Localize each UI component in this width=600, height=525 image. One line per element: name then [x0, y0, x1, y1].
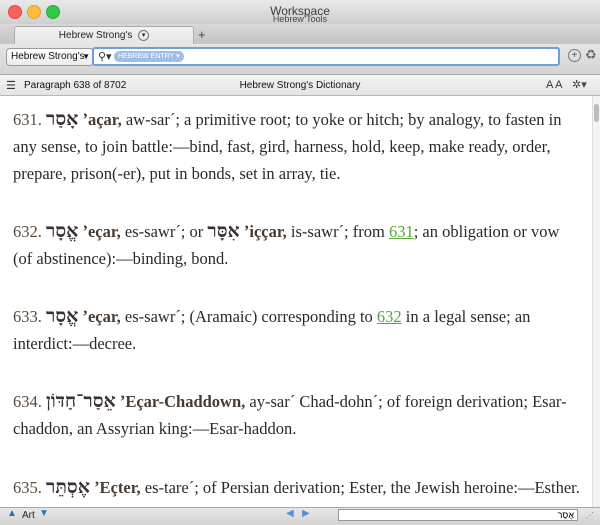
dictionary-entry: 635. אֶסְתֵּר ʼEçter, es-tare´; of Persi… — [13, 474, 581, 501]
next-arrow-icon[interactable]: ▶ — [302, 508, 310, 519]
tab-hebrew-strongs[interactable]: Hebrew Strong's ▾ — [14, 26, 194, 45]
search-box[interactable]: ⚲▾ HEBREW ENTRY ▾ — [92, 47, 560, 66]
entry-number: 633. — [13, 307, 42, 326]
transliteration: ʼEçter, — [94, 478, 141, 497]
entry-text: es-sawr´; (Aramaic) corresponding to — [120, 307, 377, 326]
hebrew-word: אֶסְתֵּר — [46, 477, 90, 498]
scrollbar-thumb[interactable] — [594, 104, 599, 122]
entry-number: 635. — [13, 478, 42, 497]
resource-select[interactable]: Hebrew Strong's ▼ — [6, 48, 94, 66]
font-size-control[interactable]: A A — [546, 79, 563, 91]
entry-text: is-sawr´; from — [286, 222, 389, 241]
hebrew-word: אֵסַר־חַדּוֹן — [46, 391, 116, 412]
document-title: Hebrew Strong's Dictionary — [239, 80, 361, 91]
dictionary-entry: 633. אֱסָר ʼeçar, es-sawr´; (Aramaic) co… — [13, 303, 581, 357]
resize-grip-icon[interactable]: ⋰ — [586, 511, 594, 520]
hebrew-word: אֱסָר — [46, 306, 79, 327]
transliteration: ʼeçar, — [82, 222, 121, 241]
transliteration: ʼeçar, — [82, 307, 121, 326]
add-icon[interactable]: + — [568, 49, 581, 62]
status-label: Art — [22, 510, 35, 521]
status-input[interactable]: אָסַר — [338, 509, 578, 521]
document-content: 631. אָסַר ʼaçar, aw-sar´; a primitive r… — [0, 96, 592, 508]
window-subtitle: Hebrew Tools — [272, 14, 328, 24]
transliteration: ʼEçar-Chaddown, — [119, 392, 246, 411]
previous-arrow-icon[interactable]: ◀ — [286, 508, 294, 519]
strongs-link[interactable]: 631 — [389, 222, 414, 241]
entry-text: es-tare´; of Persian derivation; Ester, … — [140, 478, 580, 497]
hebrew-word: אָסַר — [46, 109, 79, 130]
hebrew-word: אִסָּר — [207, 221, 240, 242]
entry-number: 634. — [13, 392, 42, 411]
chevron-down-icon: ▼ — [82, 52, 90, 61]
strongs-link[interactable]: 632 — [377, 307, 402, 326]
recycle-icon[interactable]: ♻ — [585, 47, 597, 63]
dictionary-entry: 631. אָסַר ʼaçar, aw-sar´; a primitive r… — [13, 106, 581, 187]
tab-label: Hebrew Strong's — [58, 30, 133, 41]
resource-select-label: Hebrew Strong's — [11, 51, 85, 62]
search-token-label: HEBREW ENTRY — [118, 53, 175, 60]
transliteration: ʼaçar, — [82, 110, 122, 129]
triangle-down-icon[interactable]: ▼ — [39, 508, 49, 519]
search-icon[interactable]: ⚲▾ — [98, 50, 112, 63]
dictionary-entry: 634. אֵסַר־חַדּוֹן ʼEçar-Chaddown, ay-sa… — [13, 388, 581, 442]
transliteration: ʼiççar, — [243, 222, 287, 241]
search-input[interactable] — [184, 50, 548, 65]
gear-icon[interactable]: ✲▾ — [572, 78, 587, 91]
vertical-scrollbar[interactable] — [592, 96, 600, 508]
search-token[interactable]: HEBREW ENTRY ▾ — [114, 51, 184, 62]
entry-number: 631. — [13, 110, 42, 129]
dictionary-entry: 632. אֱסָר ʼeçar, es-sawr´; or אִסָּר ʼi… — [13, 218, 581, 272]
entry-text: es-sawr´; or — [120, 222, 208, 241]
entry-number: 632. — [13, 222, 42, 241]
add-tab-button[interactable]: + — [198, 27, 206, 42]
triangle-up-icon[interactable]: ▲ — [7, 508, 17, 519]
hebrew-word: אֱסָר — [46, 221, 79, 242]
chevron-down-icon[interactable]: ▾ — [138, 29, 150, 41]
